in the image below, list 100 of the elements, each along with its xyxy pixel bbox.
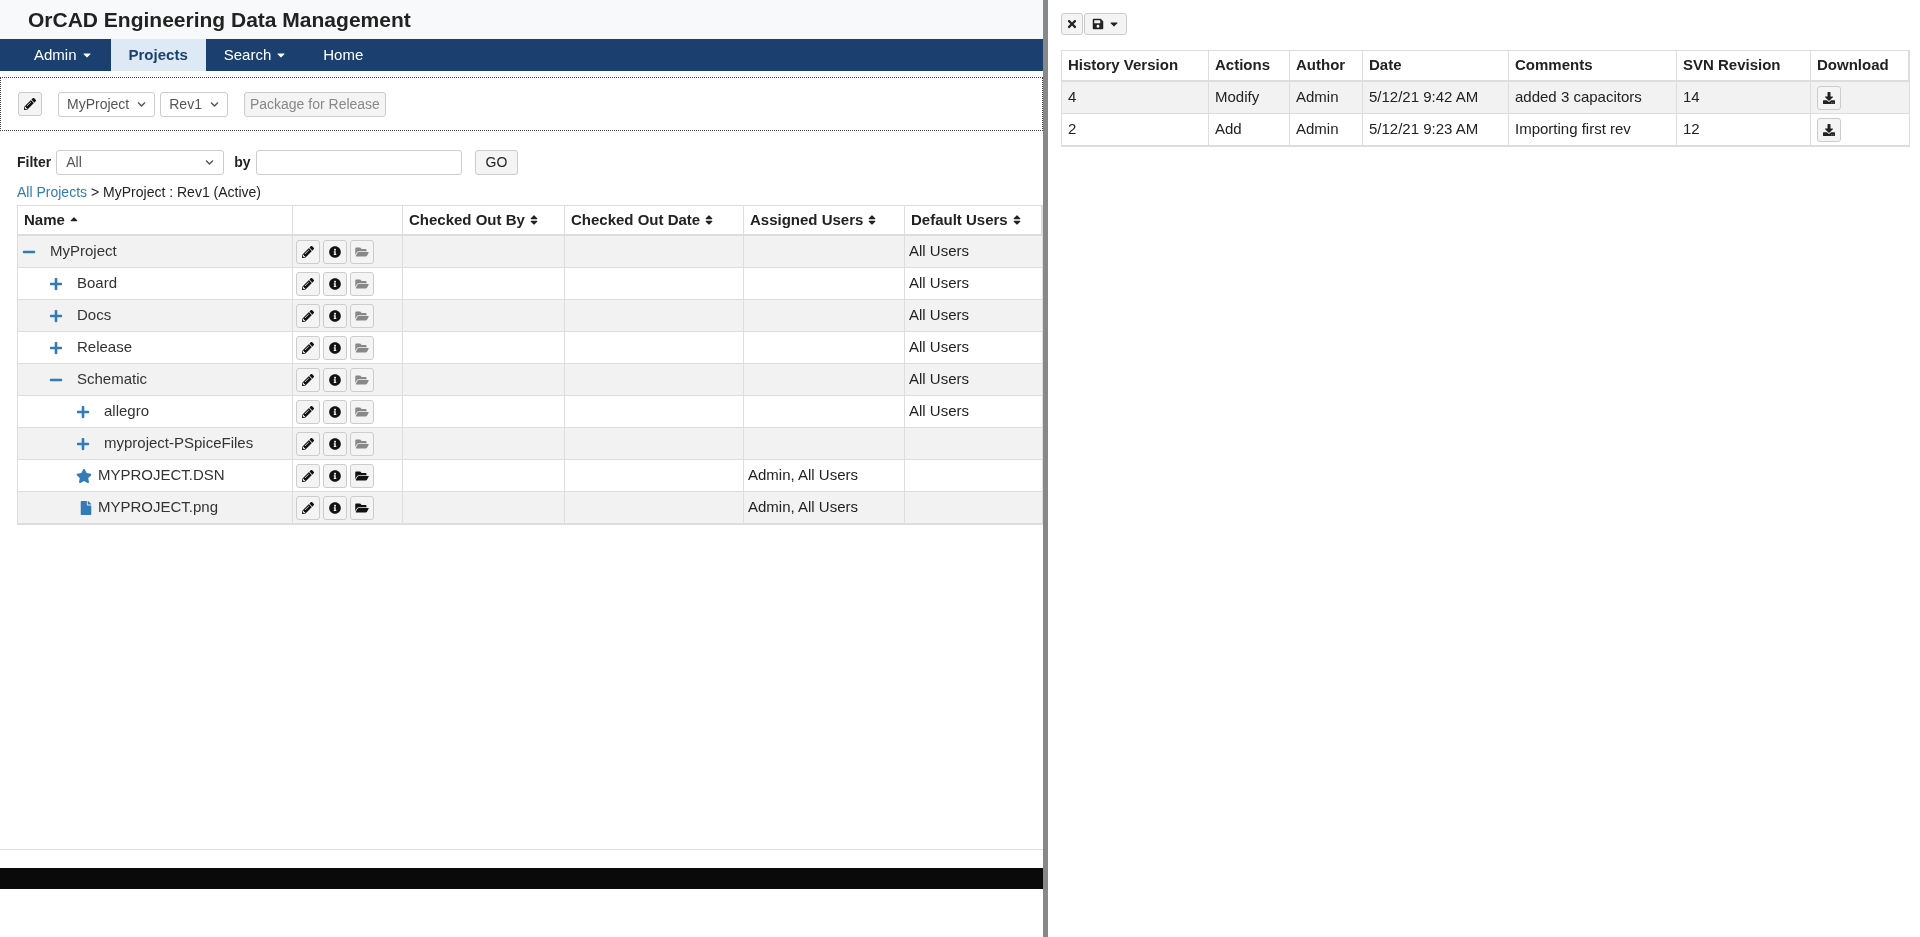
download-icon	[1823, 91, 1835, 104]
filter-input[interactable]	[255, 150, 462, 175]
item-name: MYPROJECT.DSN	[98, 465, 225, 486]
tree-row[interactable]: myproject-PSpiceFiles	[18, 428, 1042, 460]
tree-row[interactable]: MYPROJECT.DSN Admin, All Users	[18, 460, 1042, 492]
edit-button[interactable]	[296, 271, 320, 296]
pencil-icon	[302, 469, 314, 482]
item-name: allegro	[104, 401, 150, 422]
column-header: Date	[1363, 51, 1509, 80]
table-cell-text: Add	[1215, 119, 1242, 140]
folder-icon	[355, 437, 369, 450]
pencil-icon	[302, 373, 314, 386]
go-button[interactable]: GO	[474, 150, 519, 175]
file-icon	[80, 500, 92, 515]
expand-icon[interactable]	[49, 308, 63, 323]
table-cell-text: Importing first rev	[1515, 119, 1631, 140]
expand-icon[interactable]	[76, 404, 90, 419]
table-cell-text: Admin, All Users	[748, 497, 859, 518]
open-folder-button[interactable]	[350, 463, 374, 488]
nav-item[interactable]: Projects	[110, 39, 206, 71]
pencil-icon	[302, 277, 314, 290]
info-button[interactable]	[323, 367, 347, 392]
expand-icon[interactable]	[76, 436, 90, 451]
info-icon	[329, 437, 341, 450]
chevron-icon	[205, 158, 215, 167]
chevron-icon	[209, 99, 219, 109]
info-icon	[329, 469, 341, 482]
table-cell-text: All Users	[909, 305, 969, 326]
edit-button[interactable]	[296, 431, 320, 456]
folder-icon	[355, 469, 369, 482]
tree-row[interactable]: Docs All Users	[18, 300, 1042, 332]
pencil-icon	[302, 501, 314, 514]
edit-button[interactable]	[296, 495, 320, 520]
column-header: Actions	[1209, 51, 1290, 80]
info-button[interactable]	[323, 303, 347, 328]
folder-icon	[355, 277, 369, 290]
folder-icon	[355, 341, 369, 354]
table-cell-text: added 3 capacitors	[1515, 87, 1642, 108]
folder-icon	[355, 405, 369, 418]
edit-button[interactable]	[296, 303, 320, 328]
edit-button[interactable]	[296, 399, 320, 424]
table-cell-text: All Users	[909, 241, 969, 262]
info-button[interactable]	[323, 399, 347, 424]
nav-item[interactable]: Home	[305, 39, 382, 71]
folder-icon	[355, 309, 369, 322]
tree-row[interactable]: MYPROJECT.png Admin, All Users	[18, 492, 1042, 524]
tree-row[interactable]: Release All Users	[18, 332, 1042, 364]
column-header[interactable]: Name	[18, 206, 293, 234]
column-header[interactable]: Assigned Users	[744, 206, 905, 234]
column-header[interactable]: Default Users	[905, 206, 1042, 234]
column-header[interactable]: Checked Out By	[403, 206, 565, 234]
revision-select[interactable]: Rev1	[160, 91, 228, 117]
info-icon	[329, 405, 341, 418]
expand-icon[interactable]	[49, 340, 63, 355]
info-button[interactable]	[323, 335, 347, 360]
edit-button[interactable]	[296, 239, 320, 264]
edit-button[interactable]	[296, 367, 320, 392]
expand-icon[interactable]	[49, 276, 63, 291]
table-cell-text: All Users	[909, 369, 969, 390]
table-cell-text: All Users	[909, 273, 969, 294]
close-icon	[1066, 18, 1078, 30]
breadcrumb-link[interactable]: All Projects	[17, 182, 88, 203]
tree-row[interactable]: Schematic All Users	[18, 364, 1042, 396]
star-icon	[76, 467, 92, 484]
column-header: Comments	[1509, 51, 1677, 80]
pencil-icon	[302, 341, 314, 354]
table-cell-text: 5/12/21 9:23 AM	[1369, 119, 1479, 140]
column-header[interactable]: Checked Out Date	[565, 206, 744, 234]
table-cell-text: All Users	[909, 401, 969, 422]
item-name: Board	[77, 273, 118, 294]
table-cell-text: 2	[1068, 119, 1077, 140]
close-button[interactable]	[1061, 13, 1083, 35]
nav-item[interactable]: Admin	[16, 39, 111, 71]
download-button[interactable]	[1817, 85, 1841, 110]
download-button[interactable]	[1817, 117, 1841, 142]
info-button[interactable]	[323, 271, 347, 296]
table-cell-text: 4	[1068, 87, 1077, 108]
project-select[interactable]: MyProject	[58, 91, 156, 117]
pencil-icon	[302, 245, 314, 258]
info-icon	[329, 309, 341, 322]
save-menu-button[interactable]	[1084, 13, 1127, 35]
info-icon	[329, 373, 341, 386]
info-icon	[329, 277, 341, 290]
filter-select[interactable]: All	[56, 150, 225, 175]
tree-row[interactable]: Board All Users	[18, 268, 1042, 300]
info-button[interactable]	[323, 431, 347, 456]
table-cell-text: Modify	[1215, 87, 1260, 108]
edit-button[interactable]	[296, 463, 320, 488]
info-button[interactable]	[323, 495, 347, 520]
info-button[interactable]	[323, 239, 347, 264]
tree-row[interactable]: MyProject All Users	[18, 236, 1042, 268]
edit-button[interactable]	[296, 335, 320, 360]
nav-item[interactable]: Search	[205, 39, 306, 71]
tree-row[interactable]: allegro All Users	[18, 396, 1042, 428]
column-header: Download	[1811, 51, 1909, 80]
edit-button[interactable]	[18, 92, 42, 116]
open-folder-button[interactable]	[350, 495, 374, 520]
table-cell-text: Admin	[1296, 87, 1339, 108]
pencil-icon	[302, 437, 314, 450]
info-button[interactable]	[323, 463, 347, 488]
